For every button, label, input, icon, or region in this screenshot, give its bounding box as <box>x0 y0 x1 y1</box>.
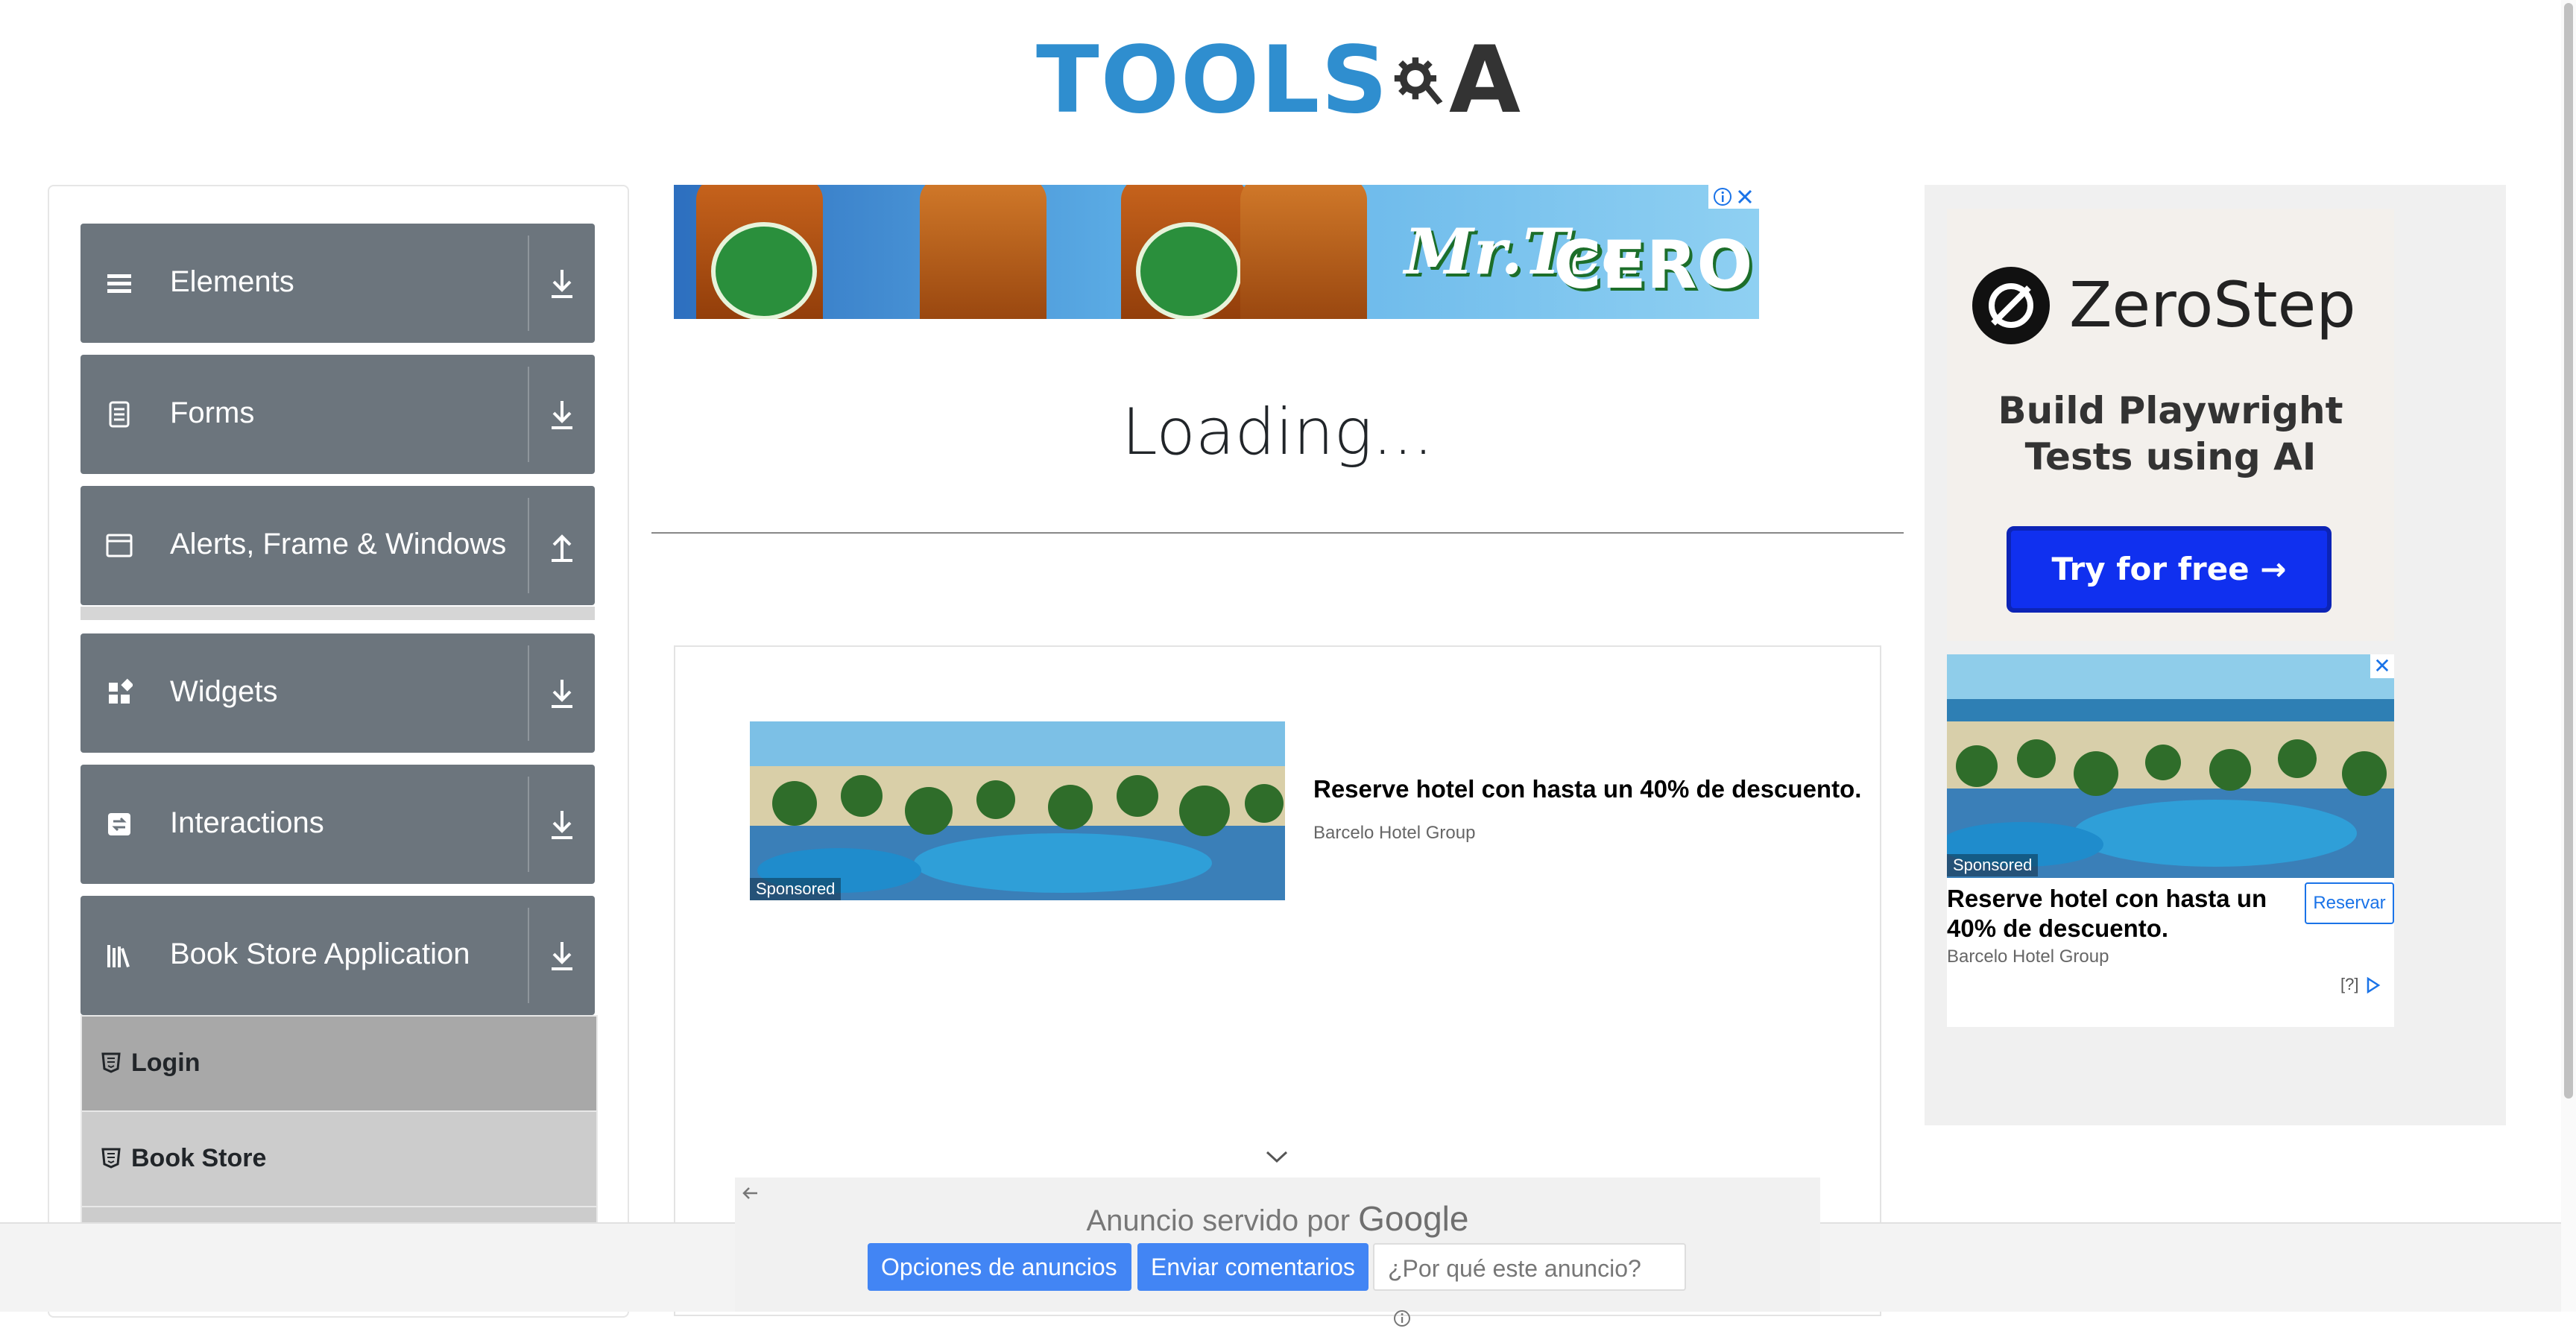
resort-image[interactable] <box>1947 654 2394 878</box>
sidebar-item-label: Book Store <box>131 1144 267 1172</box>
resort-image[interactable] <box>750 721 1285 900</box>
zerostep-brand: ZeroStep <box>2069 268 2356 341</box>
separator <box>528 367 529 462</box>
sidebar-group-label: Interactions <box>170 806 324 839</box>
adchoices[interactable]: [?] <box>2340 975 2381 994</box>
left-sidebar: Elements Forms Alerts, Frame & Windows W… <box>48 185 629 1318</box>
adchoices-icon[interactable] <box>2364 976 2381 994</box>
zerostep-tagline: Build Playwright Tests using AI <box>1947 388 2394 480</box>
tagline-line-2: Tests using AI <box>2024 435 2317 478</box>
bottle-label <box>711 222 817 319</box>
separator <box>528 777 529 872</box>
separator <box>528 236 529 331</box>
toolsqa-logo[interactable]: TOOLS A <box>1036 21 1521 140</box>
bottle-image <box>920 185 1046 319</box>
scrollbar-thumb[interactable] <box>2564 3 2573 1099</box>
download-icon[interactable] <box>547 803 577 845</box>
sidebar-group-label: Forms <box>170 396 255 429</box>
info-icon <box>1394 1309 1410 1327</box>
sidebar-group-widgets[interactable]: Widgets <box>80 633 595 753</box>
separator <box>528 645 529 741</box>
sponsored-label: Sponsored <box>1947 854 2039 876</box>
menu-lines-icon <box>107 274 131 293</box>
sidebar-group-book-store-application[interactable]: Book Store Application <box>80 896 595 1015</box>
interactions-icon <box>108 813 130 835</box>
info-icon[interactable] <box>1713 187 1732 206</box>
gear-q-icon <box>1394 57 1443 105</box>
html5-icon <box>101 1148 121 1169</box>
separator <box>528 498 529 593</box>
ad-headline[interactable]: Reserve hotel con hasta un 40% de descue… <box>1947 884 2305 944</box>
bottle-image <box>1240 185 1367 319</box>
download-icon[interactable] <box>547 394 577 435</box>
banner-product: CERO <box>1553 227 1753 303</box>
sponsored-label: Sponsored <box>750 878 842 900</box>
banner-ad[interactable]: Mr.Tea CERO <box>674 185 1759 319</box>
sidebar-item-label: Login <box>131 1049 201 1077</box>
collapsed-submenu-bar <box>80 607 595 620</box>
sidebar-group-forms[interactable]: Forms <box>80 355 595 474</box>
google-wordmark: Google <box>1358 1199 1469 1238</box>
close-icon[interactable]: ✕ <box>2370 654 2394 678</box>
ad-headline[interactable]: Reserve hotel con hasta un 40% de descue… <box>1313 775 1861 803</box>
served-by-text: Anuncio servido por <box>1086 1204 1351 1237</box>
adchoices-help[interactable]: [?] <box>2340 975 2358 993</box>
why-this-ad-label: ¿Por qué este anuncio? <box>1388 1255 1641 1282</box>
sidebar-group-interactions[interactable]: Interactions <box>80 765 595 884</box>
logo-text-tools: TOOLS <box>1036 27 1389 134</box>
ad-advertiser[interactable]: Barcelo Hotel Group <box>1947 946 2109 967</box>
download-icon[interactable] <box>547 935 577 976</box>
tagline-line-1: Build Playwright <box>1998 389 2343 432</box>
window-icon <box>106 534 133 557</box>
reservar-button[interactable]: Reservar <box>2305 882 2394 924</box>
ad-served-by: Anuncio servido por Google <box>735 1198 1820 1239</box>
download-icon[interactable] <box>547 672 577 714</box>
download-icon[interactable] <box>547 262 577 304</box>
chevron-down-icon[interactable] <box>1264 1148 1289 1166</box>
document-icon <box>109 401 130 428</box>
bottle-label <box>1136 222 1242 319</box>
ad-controls <box>1708 185 1759 209</box>
ad-advertiser[interactable]: Barcelo Hotel Group <box>1313 823 1475 844</box>
sidebar-group-label: Elements <box>170 265 294 298</box>
sidebar-group-label: Book Store Application <box>170 938 470 970</box>
divider <box>651 532 1904 534</box>
zerostep-logo-icon <box>1972 267 2050 344</box>
why-this-ad-button[interactable]: ¿Por qué este anuncio? <box>1373 1243 1686 1327</box>
send-feedback-button[interactable]: Enviar comentarios <box>1137 1243 1368 1291</box>
close-icon[interactable] <box>1735 187 1755 206</box>
books-icon <box>107 945 130 967</box>
separator <box>528 908 529 1003</box>
widgets-icon <box>109 678 133 704</box>
loading-text: Loading... <box>1121 395 1434 470</box>
sidebar-item-login[interactable]: Login <box>80 1015 598 1112</box>
logo-text-a: A <box>1449 27 1521 134</box>
sidebar-group-label: Alerts, Frame & Windows <box>170 528 507 560</box>
sidebar-group-elements[interactable]: Elements <box>80 224 595 343</box>
sidebar-group-alerts-frame-windows[interactable]: Alerts, Frame & Windows <box>80 486 595 605</box>
sidebar-item-book-store[interactable]: Book Store <box>80 1110 598 1207</box>
sidebar-group-label: Widgets <box>170 675 278 708</box>
try-for-free-button[interactable]: Try for free → <box>2007 526 2332 613</box>
html5-icon <box>101 1052 121 1073</box>
ad-options-button[interactable]: Opciones de anuncios <box>868 1243 1131 1291</box>
upload-icon[interactable] <box>547 525 577 566</box>
